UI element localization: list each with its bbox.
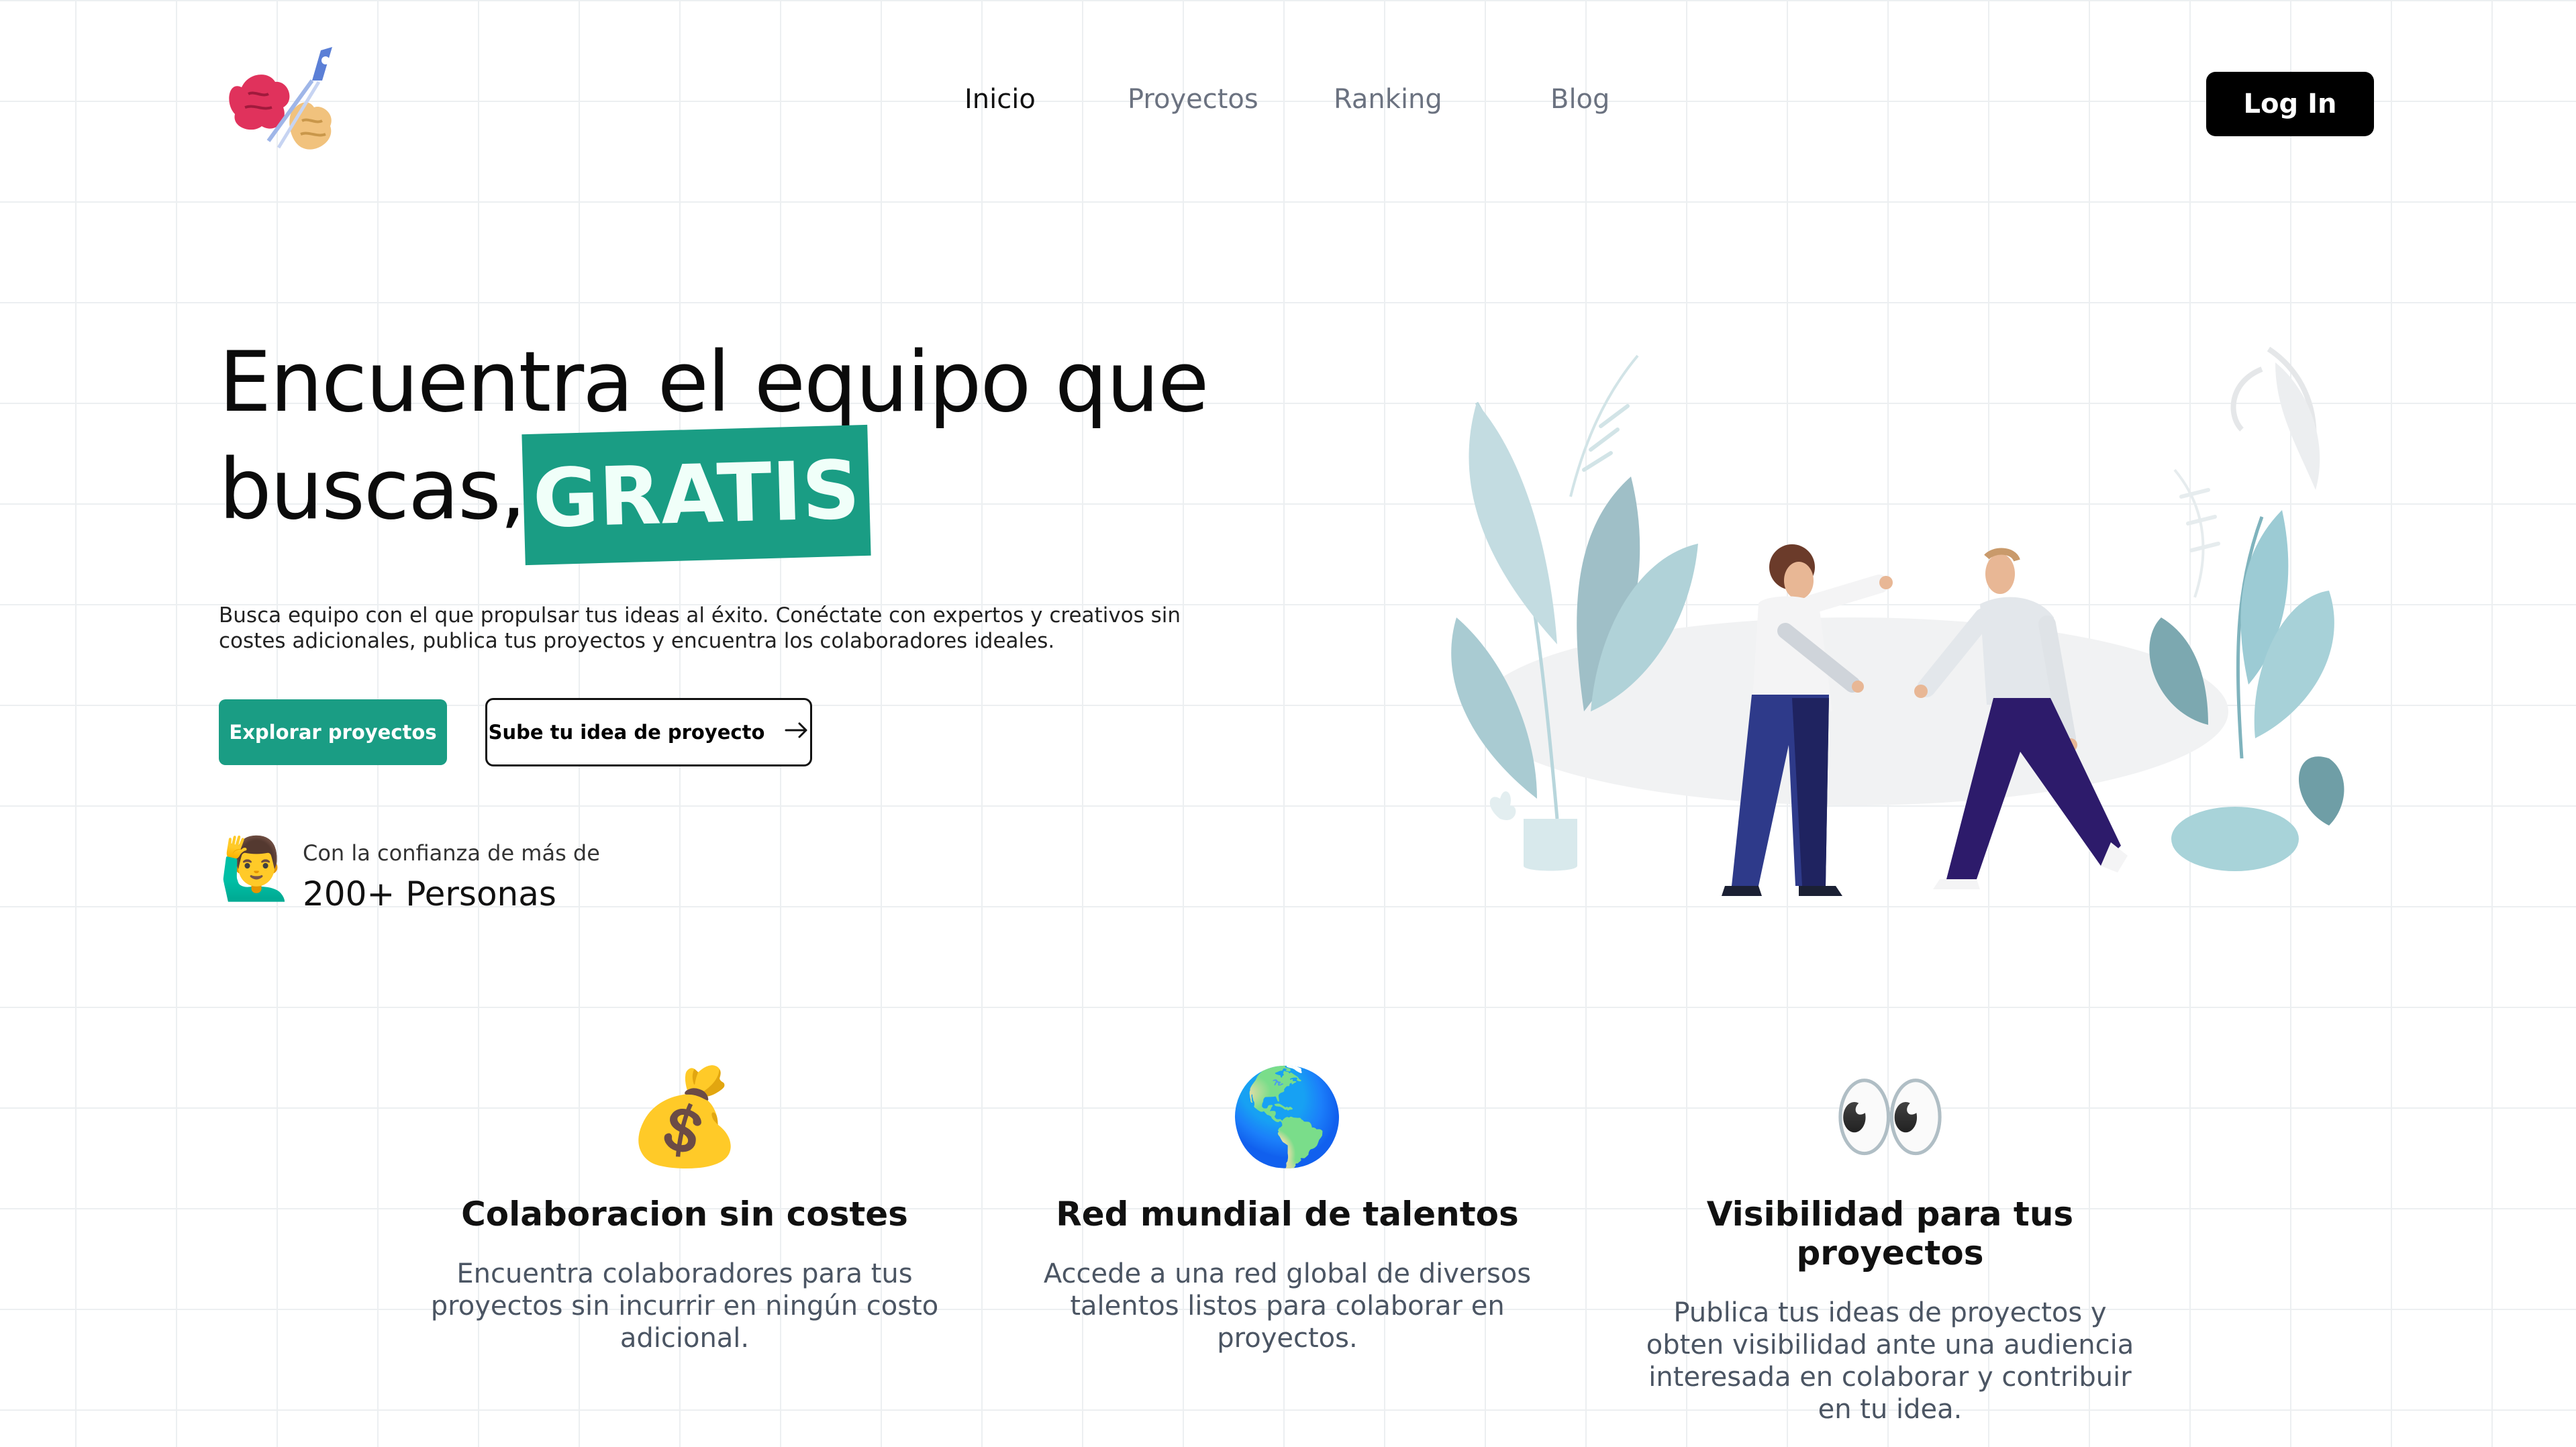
hero-description: Busca equipo con el que propulsar tus id… — [219, 603, 1181, 653]
nav-item-proyectos[interactable]: Proyectos — [1128, 84, 1258, 115]
hero-illustration — [1436, 336, 2383, 913]
feature-card-visibility: 👀 Visibilidad para tus proyectos Publica… — [1622, 1064, 2159, 1426]
nav-item-inicio[interactable]: Inicio — [964, 84, 1036, 115]
feature-card-talent: 🌎 Red mundial de talentos Accede a una r… — [1019, 1064, 1556, 1354]
login-button[interactable]: Log In — [2206, 72, 2374, 136]
globe-icon: 🌎 — [1228, 1062, 1346, 1172]
feature-card-costs: 💰 Colaboracion sin costes Encuentra cola… — [416, 1064, 953, 1354]
arrow-right-icon — [785, 721, 809, 744]
trust-count: 200+ Personas — [303, 875, 556, 913]
main-nav: Inicio Proyectos Ranking Blog — [0, 84, 2576, 124]
feature-title: Colaboracion sin costes — [461, 1195, 908, 1234]
feature-text: Publica tus ideas de proyectos y obten v… — [1646, 1297, 2134, 1425]
hero-title-line1: Encuentra el equipo que — [219, 334, 1209, 431]
upload-idea-label: Sube tu idea de proyecto — [488, 721, 765, 744]
feature-text: Accede a una red global de diversos tale… — [1043, 1258, 1532, 1354]
explore-projects-button[interactable]: Explorar proyectos — [219, 699, 447, 765]
gratis-highlight: GRATIS — [522, 424, 871, 566]
hero-title-line2: buscas, — [219, 442, 526, 538]
feature-title: Red mundial de talentos — [1056, 1195, 1519, 1234]
upload-idea-button[interactable]: Sube tu idea de proyecto — [485, 698, 812, 766]
feature-text: Encuentra colaboradores para tus proyect… — [430, 1258, 939, 1354]
eyes-icon: 👀 — [1831, 1062, 1949, 1172]
nav-item-blog[interactable]: Blog — [1550, 84, 1609, 115]
trust-caption: Con la confianza de más de — [303, 840, 600, 866]
nav-item-ranking[interactable]: Ranking — [1334, 84, 1442, 115]
raising-hand-icon: 🙋‍♂️ — [219, 836, 295, 903]
feature-title: Visibilidad para tus proyectos — [1706, 1195, 2074, 1273]
money-bag-icon: 💰 — [626, 1062, 744, 1172]
